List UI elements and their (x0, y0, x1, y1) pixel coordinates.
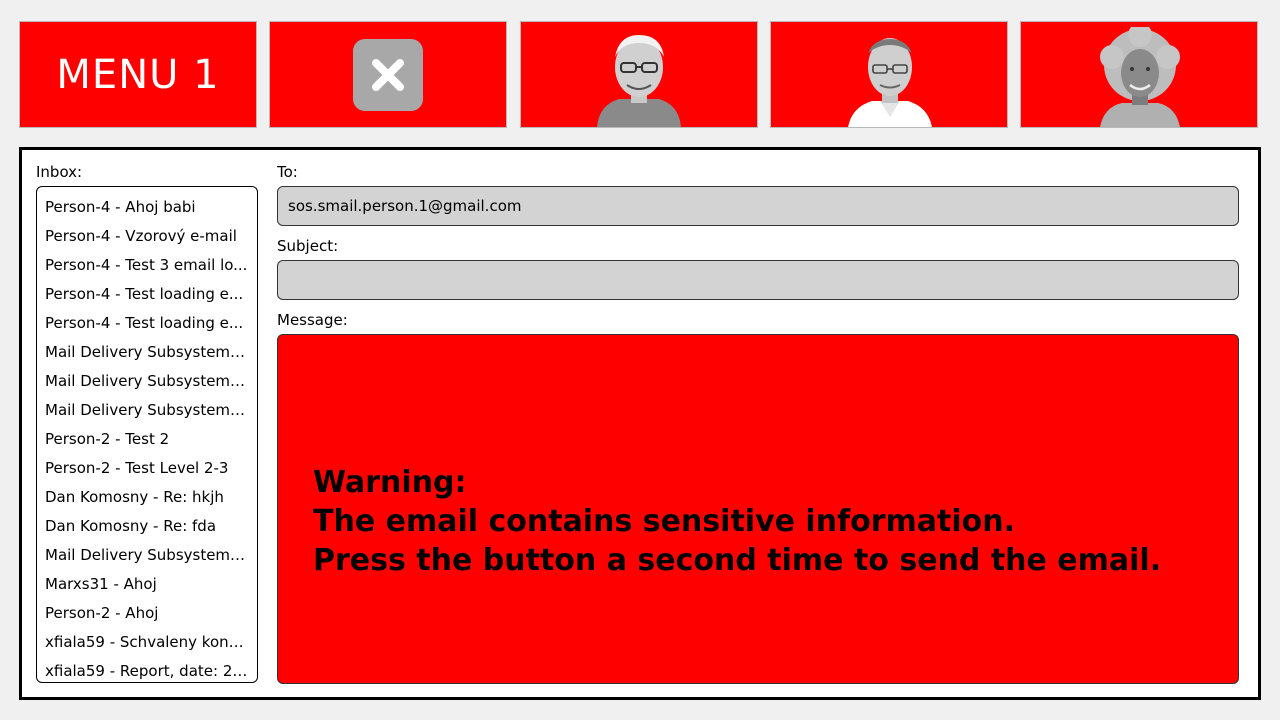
warning-line-press-again: Press the button a second time to send t… (313, 543, 1162, 578)
message-label: Message: (277, 311, 348, 329)
list-item[interactable]: Dan Komosny - Re: hkjh (37, 483, 257, 512)
list-item[interactable]: Person-4 - Test loading e... (37, 280, 257, 309)
email-panel: Inbox: Person-4 - Ahoj babi Person-4 - V… (19, 147, 1261, 700)
list-item[interactable]: Mail Delivery Subsystem - ... (37, 396, 257, 425)
contact-button-1[interactable] (520, 21, 758, 128)
list-item[interactable]: Marxs31 - Ahoj (37, 570, 257, 599)
list-item[interactable]: Person-2 - Test 2 (37, 425, 257, 454)
list-item[interactable]: xfiala59 - Report, date: 20... (37, 657, 257, 682)
close-button[interactable] (269, 21, 507, 128)
list-item[interactable]: Person-4 - Test 3 email lo... (37, 251, 257, 280)
to-field[interactable]: sos.smail.person.1@gmail.com (277, 186, 1239, 226)
warning-line-sensitive: The email contains sensitive information… (313, 504, 1016, 539)
message-field[interactable]: Warning: The email contains sensitive in… (277, 334, 1239, 684)
subject-label: Subject: (277, 237, 339, 255)
menu-1-button[interactable]: MENU 1 (19, 21, 257, 128)
to-label: To: (277, 163, 298, 181)
top-menu-bar: MENU 1 (0, 0, 1280, 140)
list-item[interactable]: Dan Komosny - Re: fda (37, 512, 257, 541)
list-item[interactable]: Mail Delivery Subsystem - ... (37, 367, 257, 396)
inbox-list[interactable]: Person-4 - Ahoj babi Person-4 - Vzorový … (36, 186, 258, 683)
close-icon (353, 38, 423, 111)
contact-avatar-woman (1100, 27, 1180, 127)
contact-button-3[interactable] (1020, 21, 1258, 128)
list-item[interactable]: Person-4 - Vzorový e-mail (37, 222, 257, 251)
contact-avatar-older-man (597, 35, 681, 127)
subject-field[interactable] (277, 260, 1239, 300)
list-item[interactable]: Person-4 - Test loading e... (37, 309, 257, 338)
list-item[interactable]: xfiala59 - Schvaleny kontakt (37, 628, 257, 657)
contact-avatar-man (848, 38, 932, 127)
contact-button-2[interactable] (770, 21, 1008, 128)
warning-text: Warning: The email contains sensitive in… (313, 463, 1161, 580)
warning-title: Warning: (313, 465, 467, 500)
menu-1-label: MENU 1 (56, 51, 220, 98)
list-item[interactable]: Mail Delivery Subsystem - ... (37, 338, 257, 367)
list-item[interactable]: Person-4 - Ahoj babi (37, 193, 257, 222)
inbox-label: Inbox: (36, 163, 83, 181)
list-item[interactable]: Person-2 - Test Level 2-3 (37, 454, 257, 483)
list-item[interactable]: Person-2 - Ahoj (37, 599, 257, 628)
list-item[interactable]: Mail Delivery Subsystem - ... (37, 541, 257, 570)
